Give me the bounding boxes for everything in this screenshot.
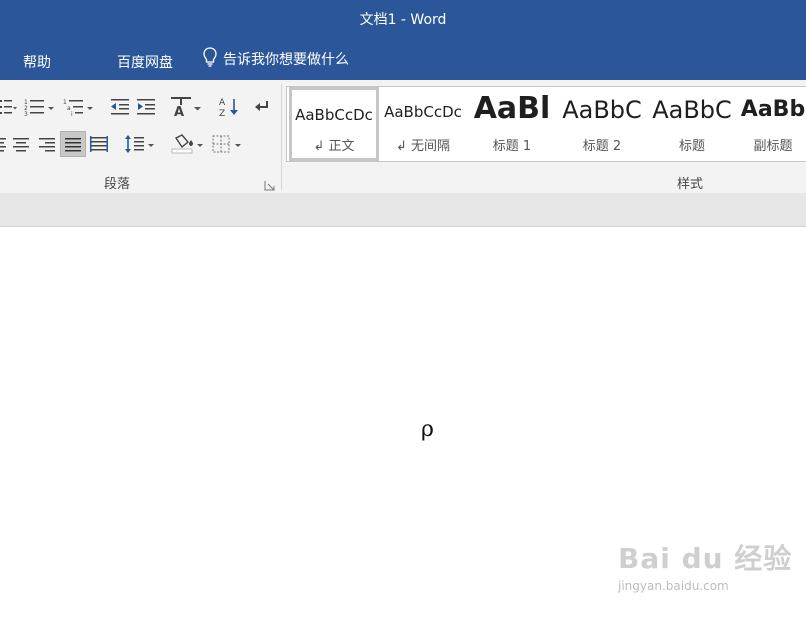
style-normal[interactable]: AaBbCcDc ↲ 正文 (289, 87, 379, 161)
style-label: ↲ 正文 (313, 139, 355, 154)
menu-help[interactable]: 帮助 (23, 52, 51, 72)
svg-text:3: 3 (24, 111, 28, 117)
menu-bar: 帮助 百度网盘 告诉我你想要做什么 (0, 38, 806, 80)
lightbulb-icon (203, 47, 217, 71)
multilevel-list-button[interactable]: 1ai (63, 95, 95, 119)
style-label: 副标题 (753, 139, 793, 154)
decrease-indent-button[interactable] (109, 95, 131, 119)
menu-baidu-pan[interactable]: 百度网盘 (117, 52, 173, 72)
baidu-watermark: Bai du 经验 jingyan.baidu.com (618, 537, 792, 593)
align-center-button[interactable] (12, 132, 30, 156)
watermark-brand: Bai du 经验 (618, 542, 793, 575)
style-heading-2[interactable]: AaBbC 标题 2 (559, 87, 645, 161)
style-no-spacing[interactable]: AaBbCcDc ↲ 无间隔 (381, 87, 465, 161)
style-label: 标题 2 (582, 139, 622, 154)
style-subtitle[interactable]: AaBb 副标题 (739, 87, 806, 161)
style-label: 标题 (678, 139, 705, 154)
style-heading-1[interactable]: AaBl 标题 1 (469, 87, 555, 161)
window-title: 文档1 - Word (359, 12, 447, 28)
shading-button[interactable] (171, 132, 205, 156)
style-preview: AaBbC (562, 98, 642, 122)
svg-text:A: A (219, 98, 226, 108)
paragraph-dialog-launcher-icon[interactable] (264, 177, 276, 191)
style-preview: AaBb (740, 99, 806, 121)
justify-button[interactable] (60, 131, 86, 157)
group-divider (281, 84, 282, 190)
style-title[interactable]: AaBbC 标题 (649, 87, 735, 161)
style-preview: AaBbC (652, 98, 732, 122)
style-preview: AaBbCcDc (295, 108, 373, 123)
style-preview: AaBl (473, 94, 551, 124)
styles-group-label: 样式 (677, 177, 704, 192)
align-left-button[interactable] (0, 132, 6, 156)
svg-text:Z: Z (219, 109, 225, 118)
borders-button[interactable] (211, 132, 243, 156)
styles-gallery: AaBbCcDc ↲ 正文 AaBbCcDc ↲ 无间隔 AaBl 标题 1 A… (286, 86, 806, 162)
style-preview: AaBbCcDc (384, 105, 462, 120)
ruler-strip (0, 193, 806, 227)
numbering-button[interactable]: 123 (24, 95, 56, 119)
style-label: ↲ 无间隔 (395, 139, 451, 154)
distributed-button[interactable] (89, 132, 109, 156)
svg-text:A: A (174, 105, 184, 118)
increase-indent-button[interactable] (135, 95, 157, 119)
chinese-layout-button[interactable]: A (170, 95, 204, 119)
document-text: ρ (421, 417, 434, 442)
line-spacing-button[interactable] (124, 132, 156, 156)
tell-me-label: 告诉我你想要做什么 (223, 52, 349, 68)
show-formatting-marks-button[interactable] (253, 95, 273, 119)
tell-me-search[interactable]: 告诉我你想要做什么 (203, 47, 349, 71)
align-right-button[interactable] (38, 132, 56, 156)
sort-button[interactable]: AZ (218, 95, 240, 119)
style-label: 标题 1 (492, 139, 532, 154)
paragraph-group-label: 段落 (104, 177, 131, 192)
title-bar: 文档1 - Word (0, 0, 806, 38)
bullets-button[interactable] (0, 95, 18, 119)
svg-text:i: i (71, 111, 73, 117)
watermark-url: jingyan.baidu.com (618, 579, 729, 593)
